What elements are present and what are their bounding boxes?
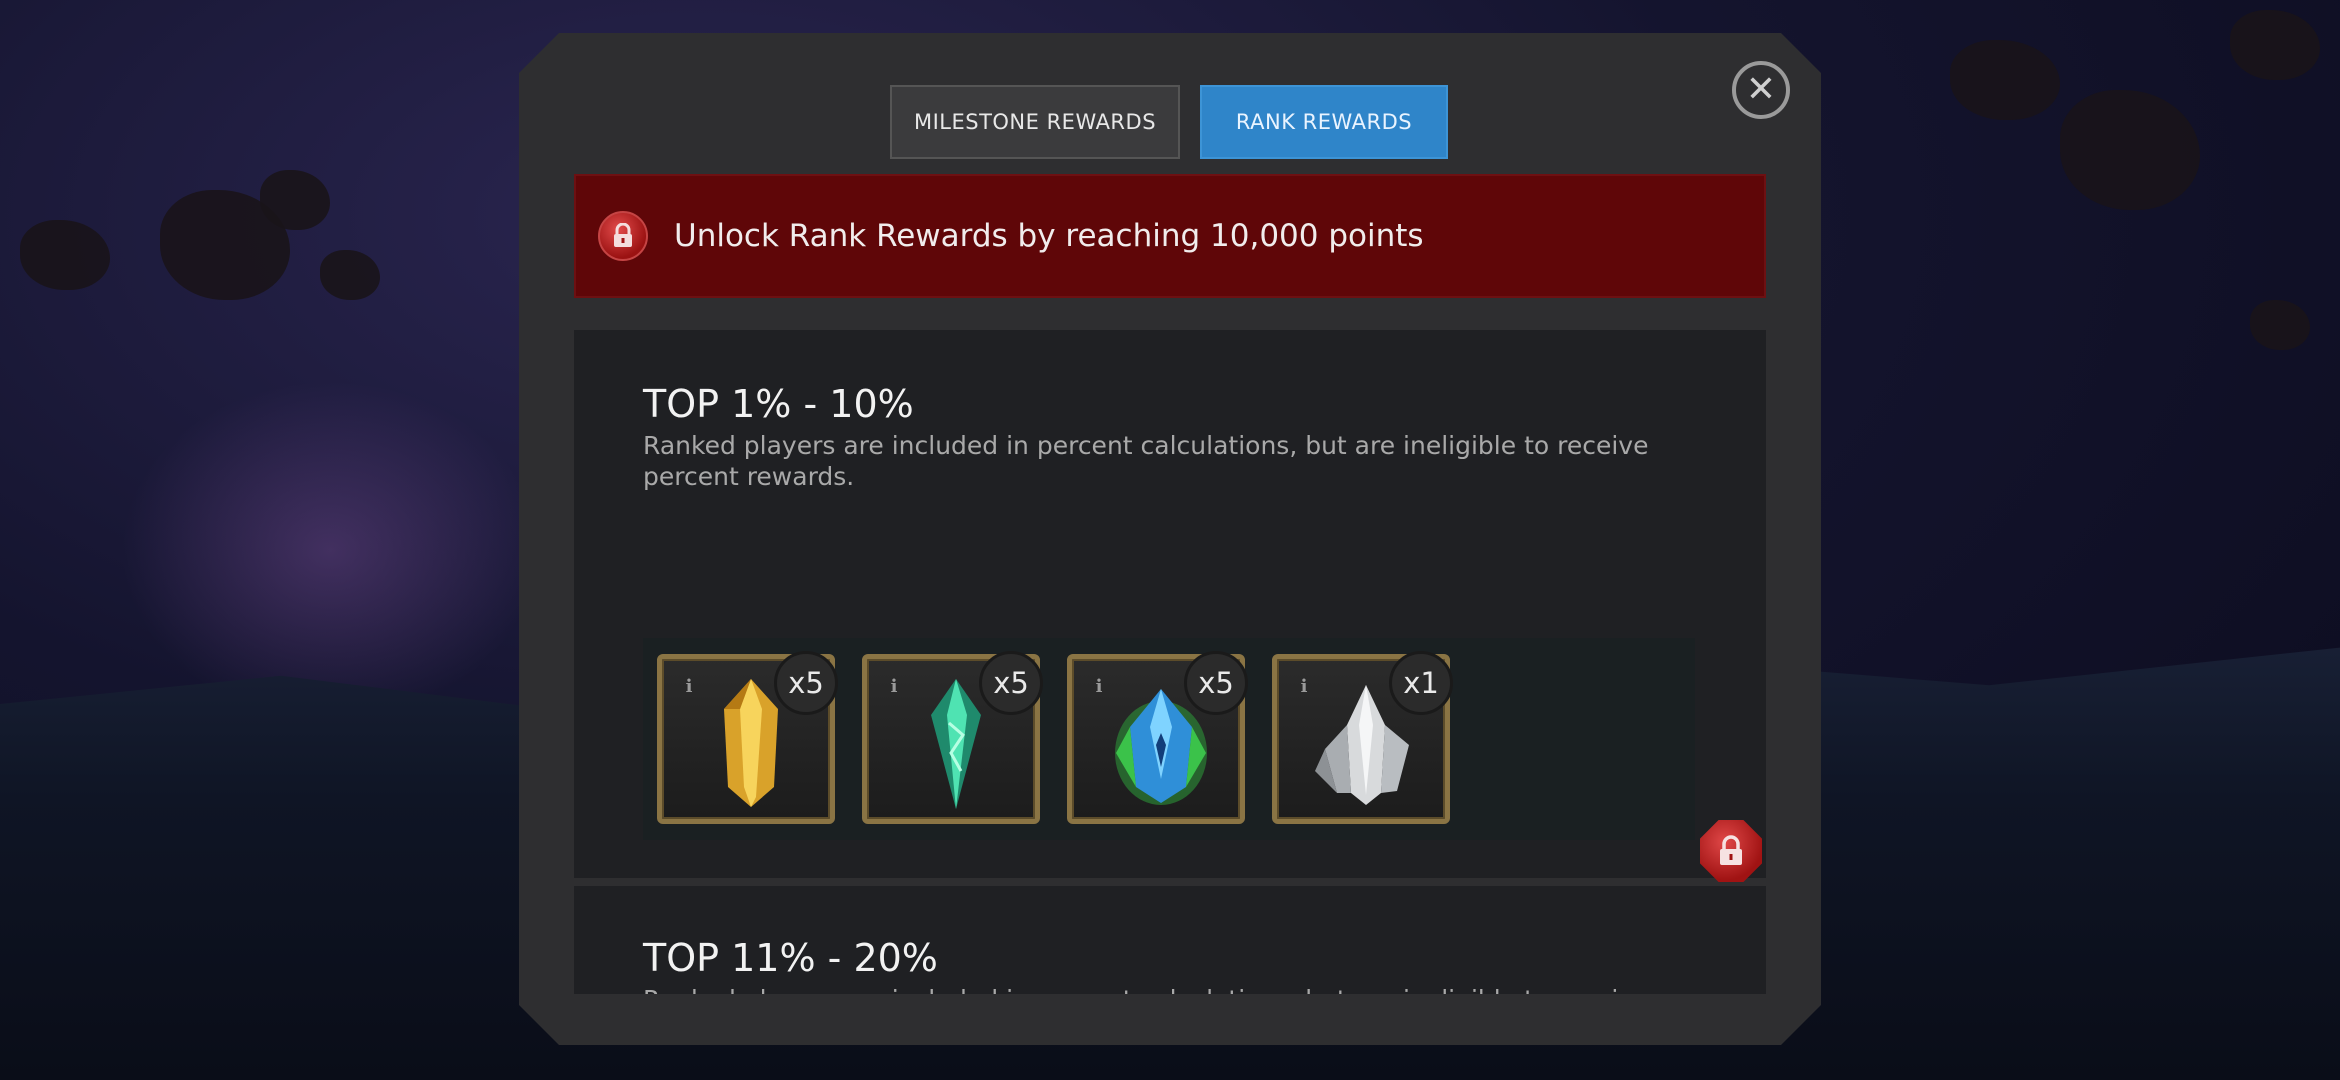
asteroid	[1950, 40, 2060, 120]
asteroid	[2250, 300, 2310, 350]
reward-item[interactable]: i x5	[657, 651, 838, 824]
unlock-message: Unlock Rank Rewards by reaching 10,000 p…	[674, 218, 1424, 254]
tab-rank-rewards[interactable]: RANK REWARDS	[1200, 85, 1448, 159]
nebula-glow	[120, 380, 540, 720]
reward-tier: TOP 11% - 20% Ranked players are include…	[574, 886, 1766, 994]
asteroid	[260, 170, 330, 230]
reward-tier: TOP 1% - 10% Ranked players are included…	[574, 330, 1766, 878]
unlock-banner: Unlock Rank Rewards by reaching 10,000 p…	[574, 174, 1766, 298]
reward-item[interactable]: i x1	[1272, 651, 1453, 824]
tier-description: Ranked players are included in percent c…	[643, 984, 1683, 994]
lock-icon	[598, 211, 648, 261]
close-icon: ✕	[1745, 69, 1777, 110]
rewards-row: i x5 i x5 i x5 i x1	[643, 638, 1695, 840]
asteroid	[2230, 10, 2320, 80]
tab-milestone-rewards[interactable]: MILESTONE REWARDS	[890, 85, 1180, 159]
quantity-badge: x5	[774, 651, 838, 715]
asteroid	[20, 220, 110, 290]
quantity-badge: x5	[1184, 651, 1248, 715]
rank-rewards-list[interactable]: TOP 1% - 10% Ranked players are included…	[574, 330, 1766, 994]
quantity-badge: x5	[979, 651, 1043, 715]
reward-item[interactable]: i x5	[862, 651, 1043, 824]
tier-title: TOP 11% - 20%	[643, 936, 938, 980]
quantity-badge: x1	[1389, 651, 1453, 715]
close-button[interactable]: ✕	[1732, 61, 1790, 119]
tier-title: TOP 1% - 10%	[643, 382, 914, 426]
asteroid	[2060, 90, 2200, 210]
locked-tier-icon	[1700, 820, 1762, 882]
asteroid	[320, 250, 380, 300]
lock-icon	[1720, 835, 1742, 865]
tier-description: Ranked players are included in percent c…	[643, 431, 1649, 491]
reward-item[interactable]: i x5	[1067, 651, 1248, 824]
